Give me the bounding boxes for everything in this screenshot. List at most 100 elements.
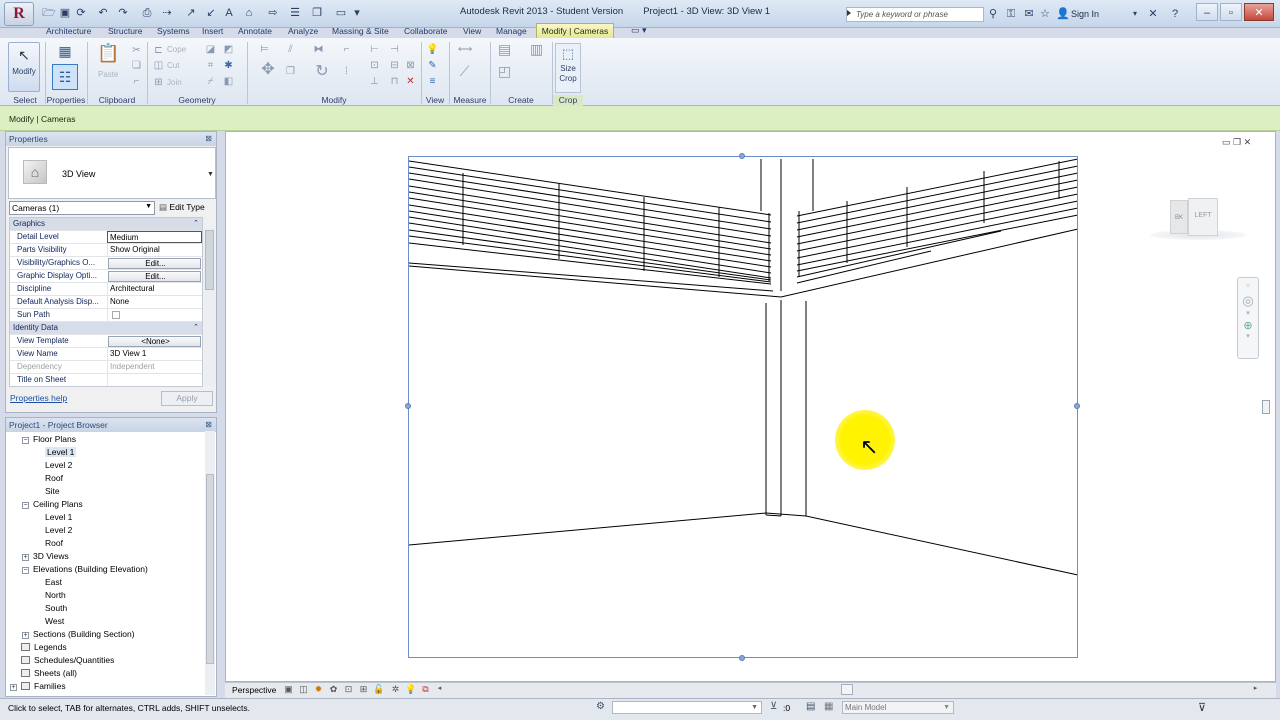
property-edit-button[interactable]: Edit... [108,271,201,282]
projection-mode[interactable]: Perspective [232,685,276,695]
browser-item[interactable]: − Ceiling Plans [10,498,206,511]
property-row[interactable]: Visibility/Graphics O... Edit... [10,257,202,270]
print-icon[interactable]: ⎙ [140,6,154,20]
viewcube-face-back[interactable]: BK [1170,200,1188,234]
tab-annotate[interactable]: Annotate [238,26,272,36]
scroll-left-icon[interactable]: ◂ [434,684,445,694]
browser-item[interactable]: Site [10,485,206,498]
viewcube-face-left[interactable]: LEFT [1188,198,1218,236]
modify-button[interactable]: ↖ Modify [8,42,40,92]
view-window-controls[interactable]: ▭ ❐ ✕ [1222,137,1251,148]
instance-filter-select[interactable]: Cameras (1) ▼ [9,201,155,215]
rendering-icon[interactable]: ✿ [328,684,339,694]
collapse-icon[interactable]: − [22,502,29,509]
scroll-thumb[interactable] [205,230,214,290]
scroll-right-icon[interactable]: ▸ [1250,684,1261,694]
browser-item[interactable]: Roof [10,472,206,485]
collapse-icon[interactable]: − [22,567,29,574]
collapse-icon[interactable]: ⌃ [190,322,202,334]
filter-icon[interactable]: ⊻ [770,701,777,712]
close-button[interactable]: ✕ [1244,3,1274,21]
zoom-dropdown-icon[interactable]: ▾ [1238,332,1258,340]
viewcube[interactable]: BK LEFT [1150,198,1246,240]
demolish-icon[interactable]: ✱ [222,60,235,71]
tab-systems[interactable]: Systems [157,26,190,36]
close-icon[interactable]: ⊠ [205,420,212,429]
browser-item[interactable]: East [10,576,206,589]
search-expand-icon[interactable] [847,10,851,16]
workset-combo[interactable]: ▼ [612,701,762,714]
properties-toggle-button[interactable]: ☷ [52,64,78,90]
crop-view-icon[interactable]: ⊡ [343,684,354,694]
browser-item[interactable]: − Floor Plans [10,433,206,446]
property-row[interactable]: Detail Level Medium [10,231,202,244]
property-row[interactable]: Graphic Display Opti... Edit... [10,270,202,283]
properties-help-link[interactable]: Properties help [10,393,67,403]
panel-label-properties[interactable]: Properties [45,95,87,106]
redo-icon[interactable]: ↷ [116,6,130,20]
subscription-icon[interactable]: ⚿ [1004,7,1018,21]
section-icon[interactable]: ⇨ [266,6,280,20]
crop-handle-left[interactable] [405,403,411,409]
type-dropdown-icon[interactable]: ▼ [207,171,214,178]
property-row[interactable]: Discipline Architectural [10,283,202,296]
browser-item[interactable]: +3D Views [10,550,206,563]
sign-in-dropdown-icon[interactable]: ▾ [1128,7,1142,21]
crop-region[interactable] [408,156,1078,658]
reveal-hidden-icon[interactable]: 💡 [405,684,416,694]
temp-hide-icon[interactable]: ✲ [390,684,401,694]
tab-analyze[interactable]: Analyze [288,26,318,36]
crop-handle-right[interactable] [1074,403,1080,409]
minimize-button[interactable]: – [1196,3,1218,21]
wheel-dropdown-icon[interactable]: ▾ [1238,309,1258,317]
undo-icon[interactable]: ↶ [96,6,110,20]
type-properties-icon[interactable]: ▦ [54,43,76,61]
favorites-star-icon[interactable]: ☆ [1038,7,1052,21]
browser-item[interactable]: Sheets (all) [10,667,206,680]
close-icon[interactable]: ⊠ [205,134,212,143]
customize-qat-icon[interactable]: ▾ [350,6,364,20]
tab-collaborate[interactable]: Collaborate [404,26,447,36]
sun-path-icon[interactable]: ✹ [313,684,324,694]
expand-icon[interactable]: + [10,684,17,691]
analytical-model-icon[interactable]: ⧉ [420,684,431,694]
checkbox-box[interactable] [112,311,120,319]
apply-button[interactable]: Apply [161,391,213,406]
crop-handle-top[interactable] [739,153,745,159]
3d-view-icon[interactable]: ⌂ [242,6,256,20]
property-row[interactable]: Parts Visibility Show Original [10,244,202,257]
collapse-icon[interactable]: ⌃ [190,218,202,230]
maximize-button[interactable]: ▫ [1220,3,1242,21]
browser-item[interactable]: Level 2 [10,524,206,537]
tab-architecture[interactable]: Architecture [46,26,91,36]
expand-icon[interactable]: + [22,632,29,639]
browser-item[interactable]: Level 1 [10,446,206,459]
browser-item[interactable]: West [10,615,206,628]
property-checkbox[interactable] [107,309,202,321]
visual-style-icon[interactable]: ▣ [283,684,294,694]
property-group[interactable]: Graphics ⌃ [10,218,202,231]
browser-item[interactable]: Level 1 [10,511,206,524]
filter-selection-icon[interactable]: ⊽ [1198,701,1206,714]
sign-in-link[interactable]: Sign In [1071,9,1099,19]
binoculars-icon[interactable]: ⚲ [986,7,1000,21]
user-icon[interactable]: 👤 [1056,7,1070,21]
property-value[interactable]: Medium [107,231,202,243]
close-nav-icon[interactable]: ▫ [1238,280,1258,290]
browser-item[interactable]: − Elevations (Building Elevation) [10,563,206,576]
property-edit-button[interactable]: <None> [108,336,201,347]
save-icon[interactable]: ▣ [58,6,72,20]
property-value[interactable]: Architectural [107,283,202,295]
collapse-icon[interactable]: − [22,437,29,444]
property-value[interactable]: None [107,296,202,308]
zoom-icon[interactable]: ⊕ [1238,319,1258,332]
browser-scroll-thumb[interactable] [206,474,214,664]
horizontal-scroll-thumb[interactable] [841,684,853,695]
tab-view[interactable]: View [463,26,481,36]
browser-item[interactable]: South [10,602,206,615]
properties-scrollbar[interactable] [204,228,215,386]
help-icon[interactable]: ? [1168,7,1182,21]
property-value[interactable] [107,374,202,386]
design-option-combo[interactable]: Main Model ▼ [842,701,954,714]
close-hidden-icon[interactable]: ▭ [334,6,348,20]
